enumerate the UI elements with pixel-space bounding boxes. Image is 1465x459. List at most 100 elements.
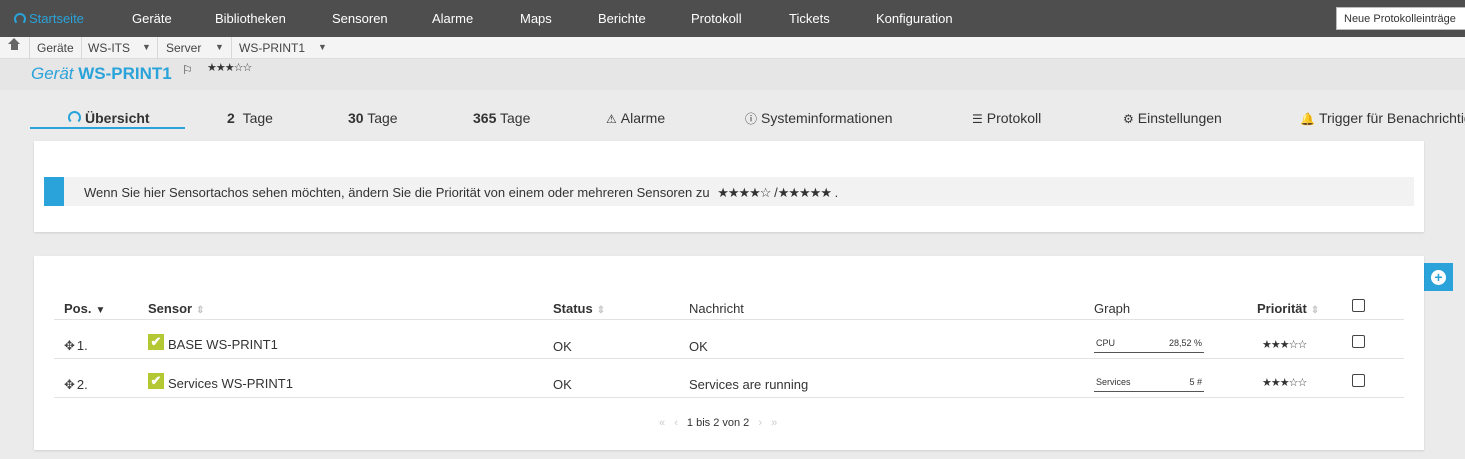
active-tab-indicator [30, 127, 185, 129]
tab-2-days[interactable]: 2 Tage [227, 110, 273, 126]
row-1-checkbox[interactable] [1352, 335, 1365, 348]
sort-icon: ⇕ [596, 305, 606, 316]
row-2-graph-label: Services [1096, 377, 1131, 387]
column-header-priority-label: Priorität [1257, 301, 1307, 316]
table-row-1-pos[interactable]: ✥ 1. [64, 338, 88, 354]
row-1-message: OK [689, 339, 708, 354]
device-priority-stars[interactable]: ★★★☆☆ [207, 61, 252, 74]
nav-configuration[interactable]: Konfiguration [876, 11, 953, 26]
chevron-down-icon[interactable]: ▼ [142, 42, 151, 52]
tab-30-days-label: Tage [367, 110, 398, 126]
move-icon[interactable]: ✥ [64, 377, 75, 392]
nav-home-label: Startseite [29, 11, 84, 26]
row-2-message: Services are running [689, 377, 809, 392]
tab-30-days[interactable]: 30 Tage [348, 110, 398, 126]
next-page-icon[interactable]: › [758, 417, 762, 429]
breadcrumb: Geräte WS-ITS ▼ Server ▼ WS-PRINT1 ▼ [0, 37, 1465, 59]
tab-notification-triggers[interactable]: 🔔Trigger für Benachrichtigungen [1300, 110, 1465, 126]
row-2-pos-label: 2. [76, 377, 88, 392]
column-header-sensor-label: Sensor [148, 301, 193, 316]
tab-settings[interactable]: ⚙ Einstellungen [1123, 110, 1222, 126]
gauge-info-panel: Wenn Sie hier Sensortachos sehen möchten… [34, 141, 1424, 232]
breadcrumb-server[interactable]: Server ▼ [157, 37, 231, 59]
new-log-entries-button[interactable]: Neue Protokolleinträge [1336, 7, 1465, 30]
row-2-graph-value: 5 # [1189, 377, 1202, 387]
sensor-table-panel: Pos. ▼ Sensor ⇕ Status ⇕ Nachricht Graph Pr… [34, 256, 1424, 450]
flag-icon[interactable]: ⚐ [182, 63, 193, 77]
page-title: Gerät WS-PRINT1 [31, 64, 172, 84]
home-icon [8, 38, 20, 52]
first-page-icon[interactable]: « [659, 417, 665, 429]
device-label: Gerät [31, 64, 74, 83]
tab-settings-label: Einstellungen [1137, 110, 1222, 126]
nav-maps[interactable]: Maps [520, 11, 552, 26]
row-1-graph-value: 28,52 % [1168, 338, 1202, 348]
priority-5-stars: ★★★★★ [777, 185, 832, 200]
tab-overview[interactable]: Übersicht [68, 110, 150, 126]
device-header: Gerät WS-PRINT1 ⚐ ★★★☆☆ [0, 59, 1465, 90]
breadcrumb-group[interactable]: WS-ITS ▼ [81, 37, 157, 59]
table-row-2-pos[interactable]: ✥ 2. [64, 377, 88, 393]
sort-icon: ⇕ [1310, 305, 1320, 316]
info-period: . [834, 185, 839, 200]
nav-libraries[interactable]: Bibliotheken [215, 11, 286, 26]
tab-log-label: Protokoll [986, 110, 1042, 126]
move-icon[interactable]: ✥ [64, 338, 75, 353]
nav-devices[interactable]: Geräte [132, 11, 172, 26]
add-sensor-button[interactable]: + [1424, 263, 1453, 291]
plus-icon: + [1431, 270, 1446, 285]
warning-icon: ⚠ [606, 112, 617, 126]
tab-system-info-label: Systeminformationen [761, 110, 893, 126]
tab-365-days[interactable]: 365 Tage [473, 110, 530, 126]
row-2-checkbox[interactable] [1352, 374, 1365, 387]
tab-365-days-label: Tage [500, 110, 531, 126]
row-1-graph[interactable]: CPU 28,52 % [1094, 333, 1204, 353]
nav-reports[interactable]: Berichte [598, 11, 646, 26]
nav-sensors[interactable]: Sensoren [332, 11, 388, 26]
breadcrumb-device[interactable]: WS-PRINT1 ▼ [231, 37, 341, 59]
column-header-priority[interactable]: Priorität ⇕ [1257, 301, 1319, 316]
breadcrumb-devices[interactable]: Geräte [29, 37, 81, 59]
tab-alarms-label: Alarme [620, 110, 666, 126]
column-header-status[interactable]: Status ⇕ [553, 301, 605, 316]
bell-icon: 🔔 [1300, 112, 1315, 126]
device-name: WS-PRINT1 [78, 64, 172, 83]
list-icon: ☰ [972, 112, 983, 126]
select-all-checkbox[interactable] [1352, 299, 1365, 312]
row-1-sensor-link[interactable]: BASE WS-PRINT1 [168, 337, 278, 352]
nav-alarms[interactable]: Alarme [432, 11, 473, 26]
gear-icon: ⚙ [1123, 112, 1134, 126]
prtg-logo-icon [14, 12, 26, 25]
header-divider [54, 319, 1404, 320]
pagination-text: 1 bis 2 von 2 [686, 417, 750, 429]
tab-system-info[interactable]: ⓘ Systeminformationen [745, 110, 893, 127]
breadcrumb-home[interactable] [0, 37, 29, 59]
row-divider [54, 397, 1404, 398]
sort-desc-icon: ▼ [95, 305, 106, 316]
row-1-status: OK [553, 339, 572, 354]
column-header-pos[interactable]: Pos. ▼ [64, 301, 105, 316]
column-header-sensor[interactable]: Sensor ⇕ [148, 301, 204, 316]
row-2-sensor-link[interactable]: Services WS-PRINT1 [168, 376, 293, 391]
nav-tickets[interactable]: Tickets [789, 11, 830, 26]
pagination: « ‹ 1 bis 2 von 2 › » [659, 417, 777, 429]
tab-overview-label: Übersicht [85, 110, 150, 126]
nav-logs[interactable]: Protokoll [691, 11, 742, 26]
tab-log[interactable]: ☰ Protokoll [972, 110, 1041, 126]
chevron-down-icon[interactable]: ▼ [215, 42, 224, 52]
info-accent-bar [44, 177, 64, 206]
chevron-down-icon[interactable]: ▼ [318, 42, 327, 52]
gauge-icon [68, 111, 81, 124]
nav-home[interactable]: Startseite [14, 11, 84, 26]
tab-alarms[interactable]: ⚠ Alarme [606, 110, 665, 126]
tab-2-days-label: Tage [242, 110, 273, 126]
row-2-graph[interactable]: Services 5 # [1094, 372, 1204, 392]
row-2-priority-stars[interactable]: ★★★☆☆ [1262, 376, 1307, 389]
breadcrumb-server-label: Server [166, 41, 202, 55]
status-ok-icon: ✔ [148, 373, 164, 389]
row-1-graph-label: CPU [1096, 338, 1116, 348]
prev-page-icon[interactable]: ‹ [674, 417, 678, 429]
last-page-icon[interactable]: » [771, 417, 777, 429]
column-header-message: Nachricht [689, 301, 744, 316]
row-1-priority-stars[interactable]: ★★★☆☆ [1262, 338, 1307, 351]
